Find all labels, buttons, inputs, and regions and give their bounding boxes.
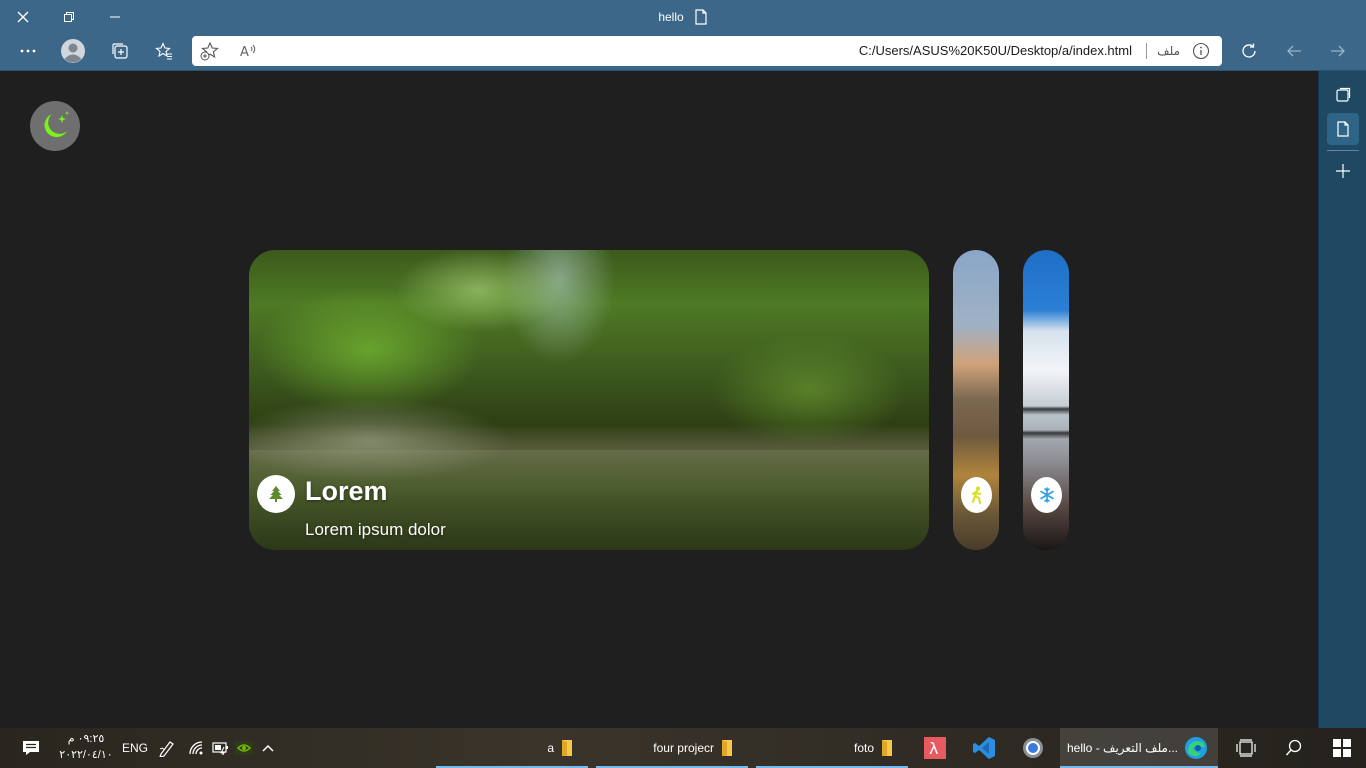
collapsed-card-hiking[interactable] (953, 250, 999, 550)
battery-icon (212, 742, 228, 755)
theme-toggle-button[interactable] (30, 101, 80, 151)
nvidia-icon (235, 741, 253, 755)
taskbar-app-chrome[interactable] (1022, 728, 1044, 768)
taskbar-app-folder-foto[interactable]: foto (756, 728, 908, 768)
back-button[interactable] (1277, 35, 1311, 67)
favorites-button[interactable] (147, 35, 181, 67)
start-button[interactable] (1333, 728, 1351, 768)
chrome-icon (1023, 738, 1043, 758)
chevron-up-icon (262, 744, 274, 752)
profile-button[interactable] (56, 35, 90, 67)
vscode-icon (973, 737, 995, 759)
pen-workspace-button[interactable] (158, 728, 176, 768)
tab-actions-button[interactable] (1327, 79, 1359, 111)
add-favorite-icon[interactable] (200, 41, 220, 61)
tab-actions-icon (1336, 87, 1351, 102)
taskbar-app-vscode[interactable] (972, 728, 996, 768)
search-button[interactable] (1285, 728, 1303, 768)
page-viewport: Lorem Lorem ipsum dolor (0, 71, 1318, 728)
arrow-left-icon (1287, 45, 1301, 57)
nvidia-tray-icon[interactable] (235, 728, 253, 768)
url-text: C:/Users/ASUS%20K50U/Desktop/a/index.htm… (858, 43, 1132, 58)
taskbar-clock[interactable]: ٠٩:٢٥ م ٢٠٢٢/٠٤/١٠ (56, 731, 116, 763)
more-options-button[interactable] (11, 35, 45, 67)
wifi-icon (189, 741, 203, 755)
snowflake-icon (1039, 487, 1054, 503)
pen-icon (159, 741, 174, 757)
moon-stars-icon (44, 111, 69, 138)
language-indicator[interactable]: ENG (122, 728, 148, 768)
sidebar-tab-current-page[interactable] (1327, 113, 1359, 145)
clock-date: ٢٠٢٢/٠٤/١٠ (59, 749, 113, 761)
document-icon (1337, 121, 1349, 137)
refresh-button[interactable] (1232, 35, 1266, 67)
info-icon[interactable] (1192, 42, 1210, 60)
window-title: hello (0, 0, 1366, 33)
show-hidden-icons-button[interactable] (261, 728, 275, 768)
lambda-app-icon: λ (924, 737, 946, 759)
collections-button[interactable] (103, 35, 137, 67)
card-icon-badge (257, 475, 295, 513)
taskbar-app-edge-hello[interactable]: hello - ملف التعريف... (1060, 728, 1218, 768)
hiker-icon (971, 486, 981, 504)
arrow-right-icon (1331, 45, 1345, 57)
taskbar-app-label: a (547, 741, 554, 755)
folder-icon (722, 740, 732, 756)
search-icon (1285, 739, 1302, 756)
favorites-star-icon (155, 42, 172, 60)
browser-sidebar (1318, 71, 1366, 728)
task-view-icon (1236, 739, 1256, 757)
windows-taskbar: ٠٩:٢٥ م ٢٠٢٢/٠٤/١٠ ENG a four projecr fo… (0, 728, 1366, 768)
taskbar-app-label: hello - ملف التعريف... (1067, 741, 1178, 755)
read-aloud-icon[interactable]: A (238, 41, 258, 61)
folder-icon (562, 740, 572, 756)
taskbar-app-label: foto (853, 741, 874, 755)
svg-text:A: A (240, 45, 249, 60)
card-subtitle: Lorem ipsum dolor (305, 520, 446, 539)
card-icon-badge (1031, 477, 1062, 513)
refresh-icon (1242, 43, 1256, 58)
svg-text:λ: λ (929, 739, 938, 758)
tree-icon (269, 486, 283, 502)
address-bar[interactable]: A C:/Users/ASUS%20K50U/Desktop/a/index.h… (192, 36, 1222, 66)
task-view-button[interactable] (1236, 728, 1256, 768)
address-separator (1146, 43, 1147, 59)
battery-status[interactable] (212, 728, 230, 768)
ellipsis-icon (20, 49, 36, 53)
forward-button[interactable] (1321, 35, 1355, 67)
edge-icon (1185, 737, 1207, 759)
notification-icon (23, 741, 39, 755)
action-center-button[interactable] (22, 728, 40, 768)
wifi-status[interactable] (188, 728, 206, 768)
sidebar-divider (1327, 150, 1359, 151)
tab-title: hello (658, 9, 684, 24)
folder-icon (882, 740, 892, 756)
browser-titlebar: hello (0, 0, 1366, 33)
card-icon-badge (961, 477, 992, 513)
clock-time: ٠٩:٢٥ م (67, 733, 105, 745)
add-sidebar-item-button[interactable] (1327, 155, 1359, 187)
taskbar-app-folder-four-projecr[interactable]: four projecr (596, 728, 748, 768)
collapsed-card-winter[interactable] (1023, 250, 1069, 550)
taskbar-app-label: four projecr (653, 741, 714, 755)
taskbar-app-lambda[interactable]: λ (924, 728, 946, 768)
document-icon (695, 8, 707, 25)
collections-icon (112, 43, 128, 59)
file-label: ملف (1157, 44, 1180, 58)
windows-logo-icon (1333, 739, 1351, 757)
expanded-card-forest[interactable]: Lorem Lorem ipsum dolor (249, 250, 929, 550)
avatar-icon (61, 39, 85, 63)
browser-toolbar: A C:/Users/ASUS%20K50U/Desktop/a/index.h… (0, 33, 1366, 70)
card-title: Lorem (305, 476, 388, 506)
plus-icon (1336, 164, 1350, 178)
taskbar-app-folder-a[interactable]: a (436, 728, 588, 768)
